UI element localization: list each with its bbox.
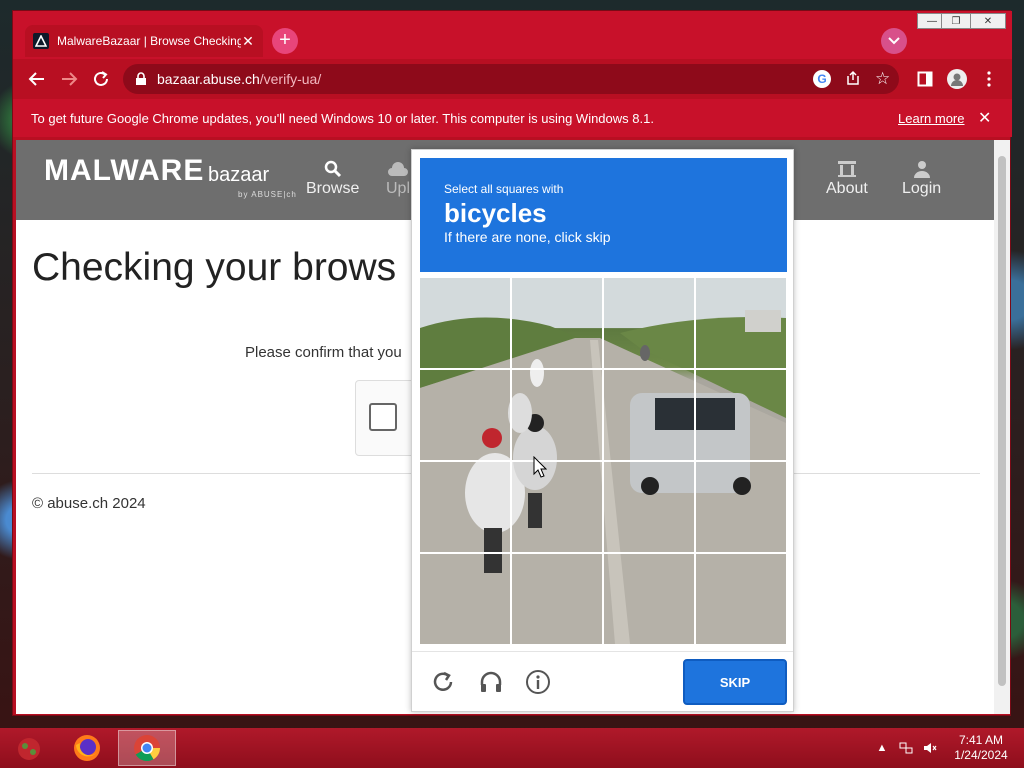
building-icon [837, 158, 857, 180]
user-icon [913, 158, 930, 180]
captcha-tile[interactable] [694, 368, 788, 462]
captcha-tile[interactable] [602, 460, 696, 554]
chrome-taskbar-icon[interactable] [118, 730, 176, 766]
info-icon[interactable] [524, 668, 552, 696]
forward-arrow-icon[interactable] [57, 67, 81, 91]
tab-search-chevron-icon[interactable] [881, 28, 907, 54]
reload-icon[interactable] [89, 67, 113, 91]
captcha-tile[interactable] [418, 552, 512, 646]
taskbar: ▲ 7:41 AM 1/24/2024 [0, 728, 1024, 768]
update-infobar: To get future Google Chrome updates, you… [13, 99, 1012, 137]
firefox-taskbar-icon[interactable] [58, 730, 116, 766]
confirm-text: Please confirm that you [245, 344, 402, 361]
nav-about[interactable]: About [826, 158, 868, 198]
refresh-icon[interactable] [429, 668, 457, 696]
tray-clock[interactable]: 7:41 AM 1/24/2024 [950, 733, 1012, 763]
bookmark-star-icon[interactable]: ☆ [875, 69, 890, 89]
address-path: /verify-ua/ [259, 71, 322, 87]
page-title: Checking your brows [32, 246, 397, 289]
copyright: © abuse.ch 2024 [32, 495, 146, 512]
cloud-upload-icon [387, 158, 409, 180]
captcha-tile[interactable] [418, 460, 512, 554]
menu-kebab-icon[interactable] [977, 67, 1001, 91]
tab-title: MalwareBazaar | Browse Checking [57, 34, 241, 48]
captcha-tile[interactable] [602, 276, 696, 370]
captcha-tile[interactable] [694, 276, 788, 370]
infobar-close-icon[interactable]: ✕ [978, 108, 991, 128]
google-lens-icon[interactable]: G [813, 70, 831, 88]
new-tab-button[interactable]: + [272, 28, 298, 54]
site-logo[interactable]: MALWARE [44, 154, 204, 188]
infobar-message: To get future Google Chrome updates, you… [31, 110, 654, 126]
page-scrollbar[interactable] [994, 140, 1010, 714]
captcha-tile[interactable] [694, 460, 788, 554]
volume-muted-icon[interactable] [922, 740, 938, 756]
challenge-grid [418, 276, 788, 646]
captcha-tile[interactable] [418, 276, 512, 370]
tray-expand-icon[interactable]: ▲ [874, 740, 890, 756]
maximize-button[interactable]: ❐ [941, 13, 971, 29]
site-logo-sub: bazaar [208, 164, 270, 186]
nav-login[interactable]: Login [902, 158, 941, 198]
captcha-tile[interactable] [694, 552, 788, 646]
browser-toolbar: bazaar.abuse.ch/verify-ua/ G ☆ [13, 59, 1012, 99]
scrollbar-thumb[interactable] [998, 156, 1006, 686]
tab-strip: MalwareBazaar | Browse Checking ✕ + — ❐ … [13, 11, 1012, 59]
learn-more-link[interactable]: Learn more [898, 111, 964, 126]
audio-headphones-icon[interactable] [477, 668, 505, 696]
back-arrow-icon[interactable] [25, 67, 49, 91]
captcha-tile[interactable] [510, 276, 604, 370]
captcha-tile[interactable] [418, 368, 512, 462]
address-bar[interactable]: bazaar.abuse.ch/verify-ua/ G ☆ [123, 64, 899, 94]
challenge-header: Select all squares with bicycles If ther… [420, 158, 787, 272]
captcha-challenge: Select all squares with bicycles If ther… [411, 149, 794, 712]
challenge-hint: If there are none, click skip [444, 229, 611, 245]
tab-malwarebazaar[interactable]: MalwareBazaar | Browse Checking ✕ [25, 25, 263, 57]
nav-upload[interactable]: Upl [386, 158, 410, 198]
start-button[interactable] [0, 730, 58, 766]
nav-login-label: Login [902, 180, 942, 197]
nav-browse-label: Browse [306, 180, 360, 197]
challenge-instruction: Select all squares with [444, 182, 564, 196]
search-icon [324, 158, 342, 180]
side-panel-icon[interactable] [913, 67, 937, 91]
captcha-tile[interactable] [510, 460, 604, 554]
profile-avatar-icon[interactable] [945, 67, 969, 91]
skip-button[interactable]: SKIP [683, 659, 787, 705]
challenge-target: bicycles [444, 198, 547, 228]
site-logo-by: by ABUSE|ch [238, 190, 297, 199]
captcha-checkbox[interactable] [369, 403, 397, 431]
captcha-tile[interactable] [510, 552, 604, 646]
captcha-tile[interactable] [602, 368, 696, 462]
nav-about-label: About [826, 180, 868, 197]
captcha-tile[interactable] [602, 552, 696, 646]
tab-close-icon[interactable]: ✕ [241, 33, 255, 50]
mouse-cursor-icon [533, 455, 548, 483]
nav-browse[interactable]: Browse [306, 158, 359, 198]
clock-time: 7:41 AM [958, 733, 1004, 747]
challenge-footer: SKIP [412, 651, 793, 711]
clock-date: 1/24/2024 [954, 748, 1008, 762]
window-close-button[interactable]: ✕ [970, 13, 1006, 29]
address-host: bazaar.abuse.ch [157, 71, 260, 87]
share-icon[interactable] [845, 70, 861, 89]
malwarebazaar-favicon-icon [33, 33, 49, 49]
lock-icon [135, 72, 147, 86]
captcha-tile[interactable] [510, 368, 604, 462]
nav-upload-label: Upl [386, 180, 411, 197]
network-icon[interactable] [898, 740, 914, 756]
